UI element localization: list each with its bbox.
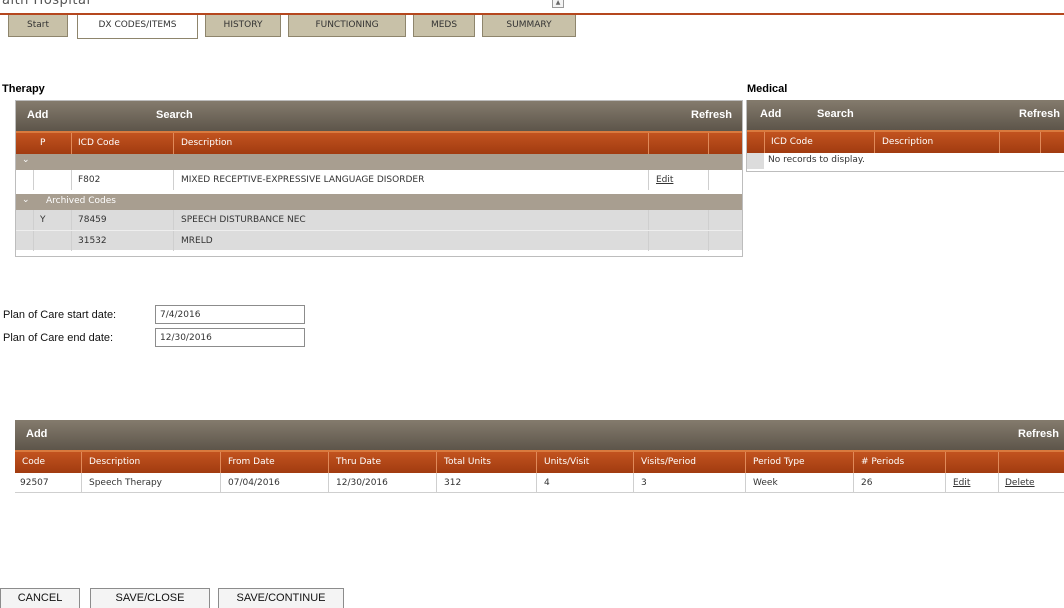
col-total-units[interactable]: Total Units [444,457,491,467]
cell-icd: F802 [78,175,101,185]
col-description[interactable]: Description [89,457,140,467]
medical-add-button[interactable]: Add [760,108,781,120]
services-add-button[interactable]: Add [26,428,47,440]
col-p[interactable]: P [40,138,45,148]
chevron-down-icon[interactable]: ⌄ [22,155,30,165]
cancel-button[interactable]: CANCEL [0,588,80,608]
services-toolbar: Add Refresh [15,420,1064,450]
col-description[interactable]: Description [882,137,933,147]
archived-group-row[interactable]: ⌄ Archived Codes [16,194,742,210]
app-title-partial: alth Hospital [2,0,91,8]
cell-period-type: Week [753,478,778,488]
medical-toolbar: Add Search Refresh [747,100,1064,130]
services-column-headers: Code Description From Date Thru Date Tot… [15,450,1064,473]
cell-code: 92507 [20,478,49,488]
services-refresh-button[interactable]: Refresh [1018,428,1059,440]
col-visits-period[interactable]: Visits/Period [641,457,696,467]
col-units-visit[interactable]: Units/Visit [544,457,589,467]
poc-end-date-field[interactable]: 12/30/2016 [155,328,305,347]
cell-description: MIXED RECEPTIVE-EXPRESSIVE LANGUAGE DISO… [181,175,425,185]
cell-p: Y [40,215,46,225]
delete-link[interactable]: Delete [1005,478,1035,488]
cell-thru-date: 12/30/2016 [336,478,388,488]
col-from-date[interactable]: From Date [228,457,275,467]
therapy-refresh-button[interactable]: Refresh [691,109,732,121]
cell-from-date: 07/04/2016 [228,478,280,488]
archived-group-label: Archived Codes [46,196,116,206]
cell-description: MRELD [181,236,213,246]
empty-message: No records to display. [768,155,865,165]
tab-history[interactable]: HISTORY [205,15,281,37]
services-grid: Add Refresh Code Description From Date T… [15,420,1064,497]
col-periods[interactable]: # Periods [861,457,904,467]
col-icd-code[interactable]: ICD Code [78,138,120,148]
col-period-type[interactable]: Period Type [753,457,805,467]
therapy-column-headers: P ICD Code Description [16,131,742,154]
medical-grid: Add Search Refresh ICD Code Description … [746,100,1064,172]
therapy-toolbar: Add Search Refresh [16,101,742,131]
medical-search-button[interactable]: Search [817,108,854,120]
medical-refresh-button[interactable]: Refresh [1019,108,1060,120]
save-continue-button[interactable]: SAVE/CONTINUE [218,588,344,608]
cell-visits-period: 3 [641,478,647,488]
table-row[interactable]: 92507 Speech Therapy 07/04/2016 12/30/20… [15,473,1064,493]
cell-units-visit: 4 [544,478,550,488]
table-row[interactable]: Y 78459 SPEECH DISTURBANCE NEC [16,210,742,230]
tab-meds[interactable]: MEDS [413,15,475,37]
collapse-toggle-icon[interactable]: ▲ [552,0,564,8]
poc-start-date-field[interactable]: 7/4/2016 [155,305,305,324]
medical-column-headers: ICD Code Description [747,130,1064,153]
col-description[interactable]: Description [181,138,232,148]
cell-icd: 31532 [78,236,107,246]
col-icd-code[interactable]: ICD Code [771,137,813,147]
therapy-search-button[interactable]: Search [156,109,193,121]
edit-link[interactable]: Edit [953,478,970,488]
table-row[interactable]: 31532 MRELD [16,230,742,251]
medical-title: Medical [747,83,788,95]
save-close-button[interactable]: SAVE/CLOSE [90,588,210,608]
therapy-add-button[interactable]: Add [27,109,48,121]
empty-row: No records to display. [747,153,1064,169]
chevron-down-icon[interactable]: ⌄ [22,195,30,205]
window-top-strip: alth Hospital ▲ [0,0,1064,13]
cell-total-units: 312 [444,478,462,488]
tab-dx-codes-items[interactable]: DX CODES/ITEMS [77,15,198,39]
cell-description: Speech Therapy [89,478,163,488]
table-row[interactable]: F802 MIXED RECEPTIVE-EXPRESSIVE LANGUAGE… [16,170,742,190]
tab-functioning[interactable]: FUNCTIONING [288,15,406,37]
poc-start-label: Plan of Care start date: [3,309,117,321]
cell-description: SPEECH DISTURBANCE NEC [181,215,306,225]
poc-end-label: Plan of Care end date: [3,332,114,344]
cell-icd: 78459 [78,215,107,225]
edit-link[interactable]: Edit [656,175,673,185]
active-group-row[interactable]: ⌄ [16,154,742,170]
tab-start[interactable]: Start [8,15,68,37]
therapy-title: Therapy [2,83,45,95]
col-thru-date[interactable]: Thru Date [336,457,381,467]
tab-summary[interactable]: SUMMARY [482,15,576,37]
col-code[interactable]: Code [22,457,45,467]
therapy-grid: Add Search Refresh P ICD Code Descriptio… [15,100,743,257]
cell-periods: 26 [861,478,873,488]
